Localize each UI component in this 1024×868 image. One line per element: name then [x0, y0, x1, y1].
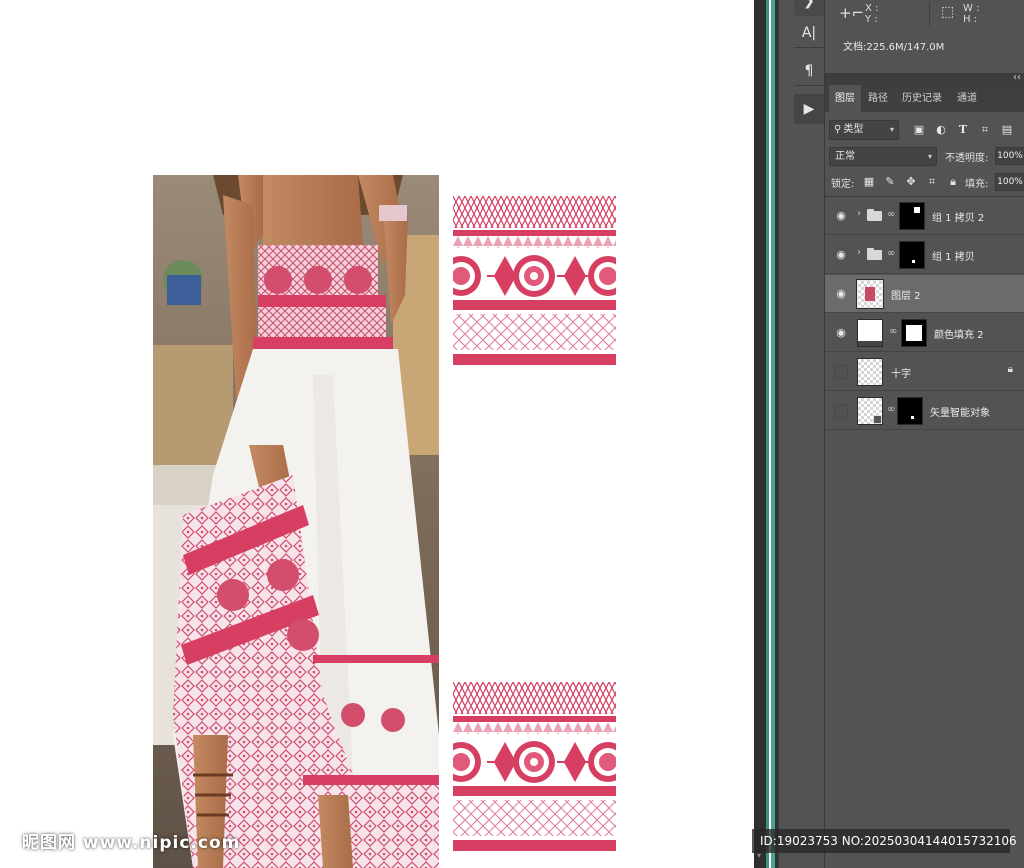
pattern-swatch-top	[453, 196, 616, 365]
info-y-label: Y :	[865, 14, 878, 25]
info-h-label: H :	[963, 14, 978, 25]
paragraph-icon: ¶	[804, 63, 814, 79]
layer-name: 颜色填充 2	[934, 330, 984, 341]
crosshair-icon: +⌐	[839, 4, 865, 22]
smart-object-thumbnail[interactable]	[857, 397, 883, 425]
photoshop-window: 昵图网 www.nipic.com ▾ ❯ A| ¶ ▶ +⌐ X : Y : …	[0, 0, 1024, 868]
tab-layers[interactable]: 图层	[829, 85, 861, 112]
lock-transparent-pixels-icon[interactable]: ▦	[861, 174, 877, 190]
fill-input[interactable]: 100%	[995, 173, 1024, 191]
tab-history[interactable]: 历史记录	[897, 85, 947, 112]
eye-icon[interactable]: ◉	[834, 287, 848, 301]
history-brush-icon[interactable]: ❯	[794, 0, 824, 16]
shape-filter-icon[interactable]: ⌗	[977, 122, 993, 138]
layer-name: 组 1 拷贝 2	[932, 213, 985, 224]
layer-row[interactable]: 十字 🔒︎	[825, 353, 1024, 391]
lock-all-icon[interactable]: 🔒︎	[945, 174, 961, 190]
layer-row[interactable]: ∞ 矢量智能对象	[825, 392, 1024, 430]
layer-mask-thumbnail[interactable]	[901, 319, 927, 347]
actions-panel-button[interactable]: ▶	[794, 94, 824, 124]
blend-mode-value: 正常	[835, 151, 855, 162]
link-icon[interactable]: ∞	[887, 209, 895, 220]
layer-filter-select[interactable]: ⚲ 类型 ▾	[829, 120, 899, 140]
visibility-toggle-off[interactable]	[834, 365, 848, 379]
lock-position-icon[interactable]: ✥	[903, 174, 919, 190]
layer-thumbnail[interactable]	[856, 279, 884, 309]
info-x-label: X :	[865, 3, 879, 14]
tab-paths[interactable]: 路径	[863, 85, 893, 112]
selection-size-icon: ⬚	[941, 4, 955, 20]
lock-image-pixels-icon[interactable]: ✎	[882, 174, 898, 190]
lock-row: 锁定: ▦ ✎ ✥ ⌗ 🔒︎ 填充: 100%	[829, 173, 1024, 193]
link-icon[interactable]: ∞	[889, 326, 897, 337]
fill-label: 填充:	[965, 179, 989, 190]
layer-row[interactable]: ◉ › ∞ 组 1 拷贝 2	[825, 197, 1024, 235]
document-canvas[interactable]: 昵图网 www.nipic.com	[0, 0, 754, 868]
document-size-readout: 文档:225.6M/147.0M	[843, 42, 945, 53]
folder-icon	[867, 248, 882, 260]
filter-label: 类型	[843, 124, 864, 135]
panel-tabs: 图层 路径 历史记录 通道	[825, 85, 1024, 112]
opacity-label: 不透明度:	[945, 153, 989, 164]
right-panel: +⌐ X : Y : ⬚ W : H : 文档:225.6M/147.0M ‹‹…	[824, 0, 1024, 868]
chevron-right-icon[interactable]: ›	[857, 208, 861, 219]
character-icon: A|	[801, 25, 817, 41]
lock-label: 锁定:	[831, 179, 855, 190]
layer-filter-row: ⚲ 类型 ▾ ▣ ◐ T ⌗ ▤	[829, 119, 1024, 141]
layer-name: 图层 2	[891, 291, 921, 302]
scroll-down-icon[interactable]: ▾	[757, 852, 765, 860]
adjustment-filter-icon[interactable]: ◐	[933, 122, 949, 138]
play-icon: ▶	[803, 101, 815, 117]
chevron-down-icon: ▾	[889, 125, 894, 134]
chevron-down-icon: ▾	[927, 152, 932, 161]
folder-icon	[867, 209, 882, 221]
visibility-toggle-off[interactable]	[834, 404, 848, 418]
paragraph-panel-button[interactable]: ¶	[794, 56, 824, 86]
lock-icon: 🔒︎	[1007, 364, 1013, 375]
character-panel-button[interactable]: A|	[794, 18, 824, 48]
fill-layer-thumbnail[interactable]	[857, 319, 883, 347]
link-icon[interactable]: ∞	[887, 404, 895, 415]
divider-strip	[766, 0, 769, 868]
layer-mask-thumbnail[interactable]	[897, 397, 923, 425]
layer-thumbnail[interactable]	[857, 358, 883, 386]
smart-object-filter-icon[interactable]: ▤	[999, 122, 1015, 138]
tab-channels[interactable]: 通道	[951, 85, 983, 112]
watermark-id: ID:19023753 NO:20250304144015732106	[752, 829, 1017, 853]
layer-mask-thumbnail[interactable]	[899, 202, 925, 230]
info-divider	[929, 2, 930, 26]
opacity-input[interactable]: 100%	[995, 147, 1024, 165]
info-xy: X : Y :	[865, 3, 878, 25]
lock-artboard-icon[interactable]: ⌗	[924, 174, 940, 190]
layer-row[interactable]: ◉ › ∞ 组 1 拷贝	[825, 236, 1024, 274]
layer-row[interactable]: ◉ ∞ 颜色填充 2	[825, 314, 1024, 352]
layer-name: 矢量智能对象	[930, 408, 990, 419]
watermark-logo: 昵图网 www.nipic.com	[22, 833, 241, 853]
pattern-swatch-bottom	[453, 682, 616, 851]
layer-name: 十字	[891, 369, 911, 380]
panel-dock-toolbar: ❯ A| ¶ ▶	[778, 0, 824, 868]
layer-row-selected[interactable]: ◉ 图层 2	[825, 275, 1024, 313]
info-w-label: W :	[963, 3, 980, 14]
blend-mode-select[interactable]: 正常 ▾	[829, 147, 937, 166]
panel-collapse-bar[interactable]: ‹‹	[825, 72, 1024, 85]
layer-name: 组 1 拷贝	[932, 252, 975, 263]
blend-row: 正常 ▾ 不透明度: 100%	[829, 147, 1024, 167]
image-filter-icon[interactable]: ▣	[911, 122, 927, 138]
eye-icon[interactable]: ◉	[834, 326, 848, 340]
layer-mask-thumbnail[interactable]	[899, 241, 925, 269]
canvas-scrollbar[interactable]	[754, 0, 766, 868]
dress-photo	[153, 175, 439, 868]
collapse-icon[interactable]: ‹‹	[1013, 72, 1021, 83]
eye-icon[interactable]: ◉	[834, 209, 848, 223]
text-filter-icon[interactable]: T	[955, 122, 971, 138]
search-icon: ⚲	[834, 124, 842, 135]
info-wh: W : H :	[963, 3, 979, 25]
info-panel: +⌐ X : Y : ⬚ W : H : 文档:225.6M/147.0M	[825, 0, 1024, 72]
eye-icon[interactable]: ◉	[834, 248, 848, 262]
link-icon[interactable]: ∞	[887, 248, 895, 259]
chevron-right-icon[interactable]: ›	[857, 247, 861, 258]
